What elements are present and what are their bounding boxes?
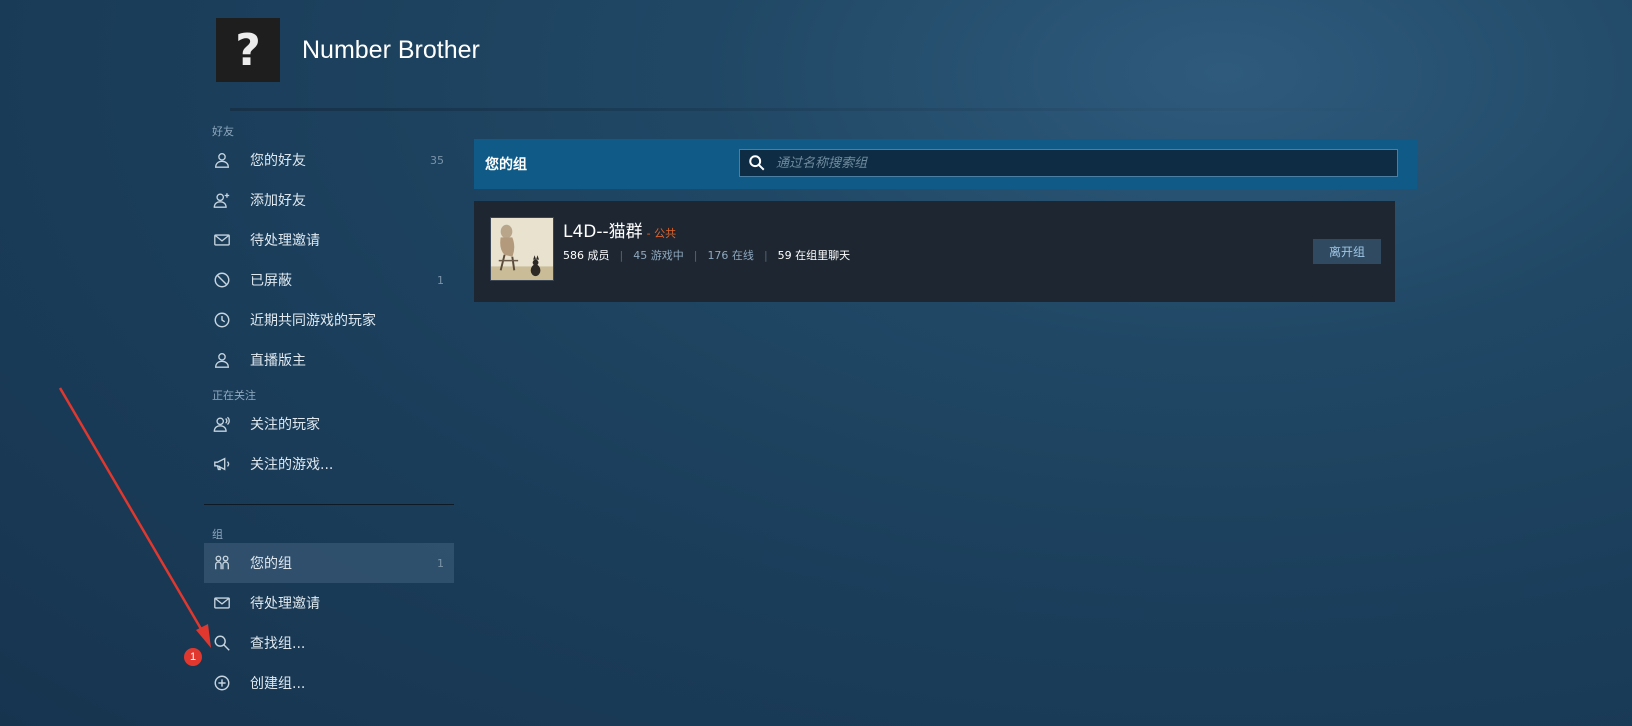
profile-avatar[interactable]: ? xyxy=(216,18,280,82)
group-name-link[interactable]: L4D--猫群 xyxy=(563,217,643,242)
stat-separator: | xyxy=(693,248,698,262)
group-search-box[interactable] xyxy=(739,149,1398,177)
group-stats: 586 成员 | 45 游戏中 | 176 在线 | 59 在组里聊天 xyxy=(563,247,850,263)
sidebar-item-label: 关注的玩家 xyxy=(250,417,320,433)
sidebar-item-label: 近期共同游戏的玩家 xyxy=(250,313,376,329)
sidebar-item-label: 创建组... xyxy=(250,676,306,692)
sidebar-item-your-friends[interactable]: 您的好友 35 xyxy=(204,140,454,180)
group-card: L4D--猫群 - 公共 586 成员 | 45 游戏中 | 176 在线 | … xyxy=(474,201,1395,302)
sidebar-item-count: 1 xyxy=(437,273,444,287)
sidebar-item-label: 添加好友 xyxy=(250,193,306,209)
sidebar-item-group-invites[interactable]: 待处理邀请 xyxy=(204,583,454,623)
group-avatar[interactable] xyxy=(490,217,554,281)
group-chat-count: 59 在组里聊天 xyxy=(777,249,851,262)
envelope-icon xyxy=(212,230,232,250)
group-members-count: 586 成员 xyxy=(563,249,610,262)
sidebar-item-label: 查找组... xyxy=(250,636,306,652)
section-label-friends: 好友 xyxy=(212,125,234,138)
search-icon xyxy=(212,633,232,653)
sidebar-item-pending-invites[interactable]: 待处理邀请 xyxy=(204,220,454,260)
sidebar-item-followed-players[interactable]: 关注的玩家 xyxy=(204,404,454,444)
page-title: 您的组 xyxy=(485,157,527,173)
sidebar-item-label: 已屏蔽 xyxy=(250,273,292,289)
clock-icon xyxy=(212,310,232,330)
sidebar-divider xyxy=(204,504,454,505)
sidebar-item-create-group[interactable]: 创建组... xyxy=(204,663,454,703)
groups-panel: 您的组 L4D--猫群 - 公共 xyxy=(474,139,1417,302)
profile-header: ? Number Brother xyxy=(216,18,480,82)
profile-name[interactable]: Number Brother xyxy=(302,36,480,65)
section-label-groups: 组 xyxy=(212,528,223,541)
leave-group-button[interactable]: 离开组 xyxy=(1313,239,1381,264)
groups-header-bar: 您的组 xyxy=(474,139,1417,189)
section-label-following: 正在关注 xyxy=(212,389,256,402)
megaphone-icon xyxy=(212,454,232,474)
sidebar-item-broadcast-moderators[interactable]: 直播版主 xyxy=(204,340,454,380)
sidebar-item-followed-games[interactable]: 关注的游戏... xyxy=(204,444,454,484)
sidebar-item-label: 直播版主 xyxy=(250,353,306,369)
sidebar-item-count: 1 xyxy=(437,556,444,570)
group-icon xyxy=(212,553,232,573)
group-search-input[interactable] xyxy=(774,154,1378,172)
annotation-badge: 1 xyxy=(184,648,202,666)
group-visibility-tag: - 公共 xyxy=(646,227,677,240)
sidebar-item-recently-played[interactable]: 近期共同游戏的玩家 xyxy=(204,300,454,340)
sidebar-item-blocked[interactable]: 已屏蔽 1 xyxy=(204,260,454,300)
sidebar-item-label: 待处理邀请 xyxy=(250,233,320,249)
plus-circle-icon xyxy=(212,673,232,693)
group-ingame-count: 45 游戏中 xyxy=(633,249,684,262)
person-icon xyxy=(212,150,232,170)
search-icon xyxy=(746,152,768,174)
stat-separator: | xyxy=(619,248,624,262)
sidebar-item-label: 您的组 xyxy=(250,556,292,572)
header-divider xyxy=(230,108,1430,111)
sidebar-item-your-groups[interactable]: 您的组 1 xyxy=(204,543,454,583)
group-online-count: 176 在线 xyxy=(707,249,754,262)
blocked-icon xyxy=(212,270,232,290)
sidebar-item-label: 您的好友 xyxy=(250,153,306,169)
group-title-row: L4D--猫群 - 公共 xyxy=(563,217,676,242)
stat-separator: | xyxy=(763,248,768,262)
envelope-icon xyxy=(212,593,232,613)
sidebar-item-find-groups[interactable]: 查找组... xyxy=(204,623,454,663)
sidebar-item-add-friend[interactable]: 添加好友 xyxy=(204,180,454,220)
sidebar-item-count: 35 xyxy=(430,153,444,167)
followed-person-icon xyxy=(212,414,232,434)
sidebar-item-label: 待处理邀请 xyxy=(250,596,320,612)
sidebar: 好友 您的好友 35 添加好友 待处理邀请 已屏蔽 1 近期共同游戏的玩家 直播… xyxy=(204,124,454,703)
sidebar-item-label: 关注的游戏... xyxy=(250,457,334,473)
person-icon xyxy=(212,350,232,370)
group-avatar-image xyxy=(491,218,553,280)
add-person-icon xyxy=(212,190,232,210)
